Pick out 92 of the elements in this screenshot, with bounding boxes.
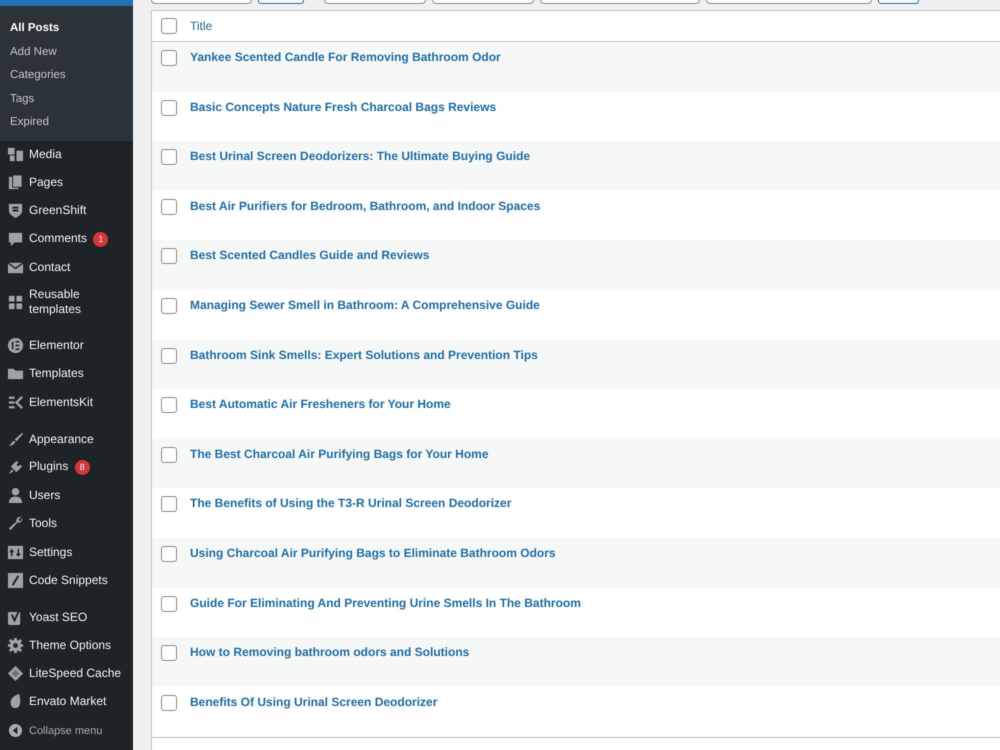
menu-item[interactable]: Code Snippets — [0, 566, 133, 594]
menu-item[interactable]: Envato Market — [0, 688, 133, 716]
menu-label: Yoast SEO — [29, 610, 88, 624]
sliders-icon — [7, 544, 24, 561]
menu-label: Templates — [29, 366, 84, 380]
menu-item[interactable]: Appearance — [0, 425, 133, 454]
menu-label: Code Snippets — [29, 572, 108, 587]
menu-item[interactable]: Tools — [0, 510, 133, 538]
post-title-link[interactable]: Best Urinal Screen Deodorizers: The Ultimate Buying Guide — [190, 149, 530, 164]
ek-logo-icon — [7, 394, 24, 411]
row-checkbox[interactable] — [161, 100, 177, 116]
menu-item[interactable]: Elementor — [0, 332, 133, 360]
post-title-link[interactable]: Yankee Scented Candle For Removing Bathroom Odor — [190, 50, 501, 65]
menu-label: Reusable templates — [29, 287, 82, 316]
menu-label: Tools — [29, 516, 58, 530]
plug-icon — [7, 458, 24, 476]
menu-label: Contact — [29, 260, 70, 274]
menu-label: Envato Market — [29, 694, 106, 708]
row-checkbox[interactable] — [161, 546, 177, 562]
count-badge: 8 — [74, 460, 90, 476]
menu-label: Comments — [29, 231, 88, 246]
menu-item[interactable]: Reusable templates — [0, 281, 133, 323]
menu-item[interactable]: Users — [0, 482, 133, 510]
select-all-checkbox[interactable] — [161, 18, 177, 34]
menu-label: Users — [29, 488, 60, 502]
menu-item[interactable]: Settings — [0, 538, 133, 566]
pages-icon — [7, 174, 24, 192]
post-title-link[interactable]: Basic Concepts Nature Fresh Charcoal Bags Reviews — [190, 100, 496, 115]
circle-logo-icon — [7, 337, 24, 354]
row-checkbox[interactable] — [161, 298, 177, 314]
menu-item[interactable]: ElementsKit — [0, 388, 133, 416]
menu-label: Settings — [29, 544, 72, 559]
row-checkbox[interactable] — [161, 198, 177, 215]
post-title-link[interactable]: Benefits Of Using Urinal Screen Deodorizer — [190, 694, 438, 710]
post-title-link[interactable]: How to Removing bathroom odors and Solutions — [190, 645, 470, 660]
post-title-link[interactable]: Best Scented Candles Guide and Reviews — [190, 248, 430, 264]
menu-item[interactable]: Pages — [0, 168, 133, 197]
comment-icon — [7, 230, 24, 248]
menu-item[interactable]: Media — [0, 140, 133, 169]
row-checkbox[interactable] — [161, 596, 177, 612]
post-title-link[interactable]: The Best Charcoal Air Purifying Bags for Your Home — [190, 446, 488, 462]
count-badge: 1 — [93, 232, 108, 248]
post-title-link[interactable]: Guide For Eliminating And Preventing Urine Smells In The Bathroom — [190, 596, 581, 611]
code-icon — [7, 572, 24, 589]
collapse-icon — [8, 723, 23, 738]
row-checkbox[interactable] — [161, 446, 177, 463]
menu-item[interactable]: Plugins 8 — [0, 453, 133, 482]
menu-item[interactable]: Comments 1 — [0, 225, 133, 254]
menu-item[interactable]: Theme Options — [0, 632, 133, 660]
menu-label: Appearance — [29, 432, 94, 446]
row-checkbox[interactable] — [161, 348, 177, 364]
diamond-icon — [7, 665, 24, 682]
row-checkbox[interactable] — [161, 645, 177, 662]
menu-label: Elementor — [29, 338, 84, 352]
submenu-item[interactable]: Categories — [0, 64, 133, 88]
post-title-link[interactable]: Managing Sewer Smell in Bathroom: A Comprehensive Guide — [190, 298, 540, 313]
submenu-item[interactable]: Tags — [0, 88, 133, 111]
menu-label: Theme Options — [29, 638, 112, 652]
collapse-menu-button[interactable]: Collapse menu — [0, 720, 133, 742]
column-header[interactable]: Title — [190, 19, 212, 33]
menu-label: LiteSpeed Cache — [29, 666, 122, 680]
wrench-icon — [7, 515, 24, 532]
user-icon — [7, 487, 24, 504]
media-icon — [7, 146, 24, 164]
gear-icon — [7, 637, 24, 654]
post-title-link[interactable]: Best Air Purifiers for Bedroom, Bathroom, and Indoor Spaces — [190, 198, 540, 214]
row-checkbox[interactable] — [161, 496, 177, 512]
menu-label: Media — [29, 147, 62, 162]
post-title-link[interactable]: The Benefits of Using the T3-R Urinal Screen Deodorizer — [190, 496, 512, 512]
menu-label: ElementsKit — [29, 394, 94, 409]
post-title-link[interactable]: Best Automatic Air Fresheners for Your Home — [190, 397, 451, 412]
submenu-item[interactable]: All Posts — [0, 17, 133, 40]
menu-label: Plugins — [29, 459, 68, 474]
menu-item[interactable]: LiteSpeed Cache — [0, 660, 133, 688]
row-checkbox[interactable] — [161, 397, 177, 414]
post-title-link[interactable]: Bathroom Sink Smells: Expert Solutions and Prevention Tips — [190, 348, 538, 363]
menu-item[interactable]: Yoast SEO — [0, 603, 133, 632]
grid-icon — [7, 294, 24, 311]
menu-item[interactable]: Contact — [0, 253, 133, 282]
row-checkbox[interactable] — [161, 149, 177, 166]
menu-item[interactable]: Templates — [0, 360, 133, 388]
menu-label: GreenShift — [29, 203, 86, 218]
submenu-item[interactable]: Expired — [0, 111, 133, 134]
row-checkbox[interactable] — [161, 694, 177, 711]
post-title-link[interactable]: Using Charcoal Air Purifying Bags to Eliminate Bathroom Odors — [190, 546, 556, 561]
menu-item[interactable]: GreenShift — [0, 196, 133, 226]
menu-label: Pages — [29, 175, 64, 190]
shield-icon — [7, 202, 24, 220]
submenu-item[interactable]: Add New — [0, 40, 133, 64]
brush-icon — [7, 430, 24, 448]
row-checkbox[interactable] — [161, 248, 177, 264]
row-checkbox[interactable] — [161, 50, 177, 66]
